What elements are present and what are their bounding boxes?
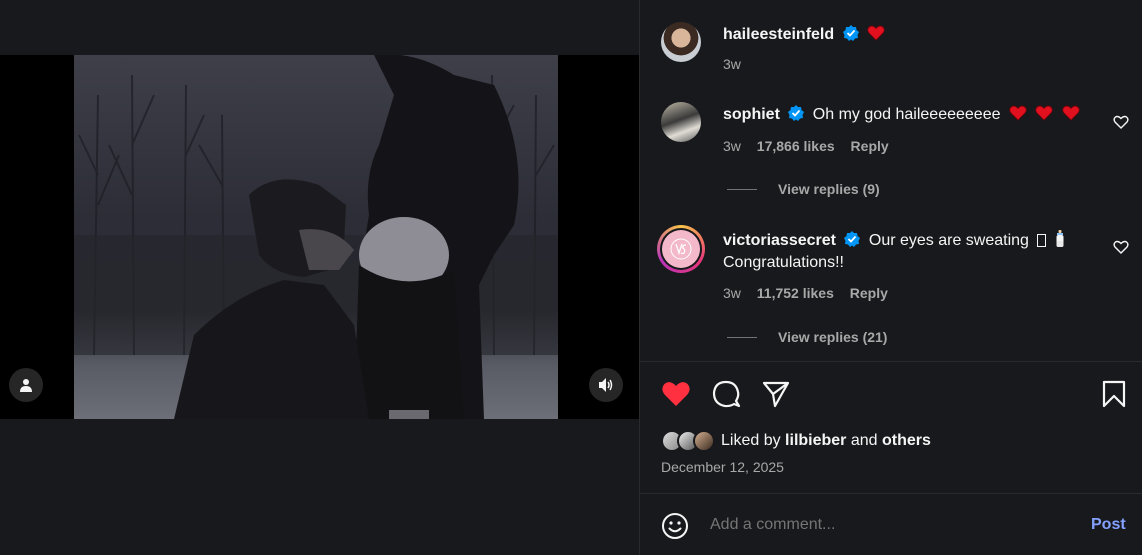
post-time[interactable]: 3w [723, 56, 741, 72]
divider [640, 361, 1142, 362]
replies-line [727, 337, 757, 338]
video-player[interactable] [0, 55, 639, 419]
liked-by-row: Liked by lilbieber and others [661, 430, 931, 452]
author-avatar[interactable] [661, 22, 701, 62]
post-details-panel: haileesteinfeld 3w sophiet Oh my god hai… [639, 0, 1142, 555]
reply-button[interactable]: Reply [850, 285, 888, 301]
missing-emoji-glyph-icon [1037, 234, 1047, 247]
liker-avatar[interactable] [693, 430, 715, 452]
speaker-icon [599, 378, 613, 392]
comment-text: Oh my god haileeeeeeeee [812, 106, 1001, 123]
verified-badge-icon [842, 25, 859, 41]
couple-figure [174, 55, 519, 419]
replies-line [727, 189, 757, 190]
red-heart-emoji-icon [867, 25, 885, 41]
author-username[interactable]: haileesteinfeld [723, 26, 834, 43]
bookmark-icon [1102, 380, 1126, 408]
comment-like-heart-icon[interactable] [1113, 114, 1129, 130]
comment-button[interactable] [710, 378, 742, 410]
vs-logo-icon [670, 238, 692, 260]
view-replies-button[interactable]: View replies (9) [778, 181, 880, 197]
tagged-users-button[interactable] [9, 368, 43, 402]
liked-by-connector: and [850, 432, 878, 449]
red-heart-emoji-icon [1009, 105, 1027, 121]
reply-button[interactable]: Reply [851, 138, 889, 154]
user-icon [20, 379, 32, 392]
comment-likes-count[interactable]: 17,866 likes [757, 138, 835, 154]
baby-bottle-emoji-icon [1056, 230, 1064, 247]
media-area [0, 0, 639, 555]
author-row: haileesteinfeld [723, 25, 885, 44]
comment-avatar-sophiet[interactable] [661, 102, 701, 142]
verified-badge-icon [844, 231, 861, 247]
comment-likes-count[interactable]: 11,752 likes [757, 285, 834, 301]
comment-like-heart-icon[interactable] [1113, 239, 1129, 255]
liked-by-others-link[interactable]: others [882, 432, 931, 450]
like-button[interactable] [660, 378, 692, 410]
comment-body-2: victoriassecret Our eyes are sweating Co… [723, 230, 1093, 274]
comment-input[interactable] [710, 516, 1070, 534]
comment-text: Our eyes are sweating [868, 232, 1029, 249]
comment-text-continued: Congratulations!! [723, 254, 844, 271]
verified-badge-icon [788, 105, 805, 121]
comment-avatar-victoriassecret[interactable] [657, 225, 705, 273]
comment-username[interactable]: sophiet [723, 106, 780, 123]
author-meta: 3w [723, 56, 753, 72]
divider [640, 493, 1142, 494]
emoji-smiley-icon [662, 513, 688, 539]
video-frame[interactable] [74, 55, 558, 419]
comment-time[interactable]: 3w [723, 285, 741, 301]
liked-by-prefix: Liked by [721, 432, 781, 449]
emoji-button[interactable] [661, 512, 689, 545]
comment-meta-2: 3w 11,752 likes Reply [723, 285, 900, 301]
share-button[interactable] [760, 378, 792, 410]
post-comment-button[interactable]: Post [1091, 516, 1126, 534]
comment-body-1: sophiet Oh my god haileeeeeeeee [723, 105, 1093, 124]
comment-meta-1: 3w 17,866 likes Reply [723, 138, 901, 154]
red-heart-emoji-icon [1035, 105, 1054, 121]
sound-toggle-button[interactable] [589, 368, 623, 402]
liked-by-user-link[interactable]: lilbieber [785, 432, 846, 450]
post-date[interactable]: December 12, 2025 [661, 459, 784, 475]
heart-filled-icon [662, 382, 690, 406]
comment-username[interactable]: victoriassecret [723, 232, 836, 249]
save-button[interactable] [1098, 378, 1130, 410]
red-heart-emoji-icon [1062, 105, 1080, 121]
share-icon [762, 381, 790, 408]
comment-icon [712, 380, 741, 408]
view-replies-button[interactable]: View replies (21) [778, 329, 887, 345]
comment-time[interactable]: 3w [723, 138, 741, 154]
